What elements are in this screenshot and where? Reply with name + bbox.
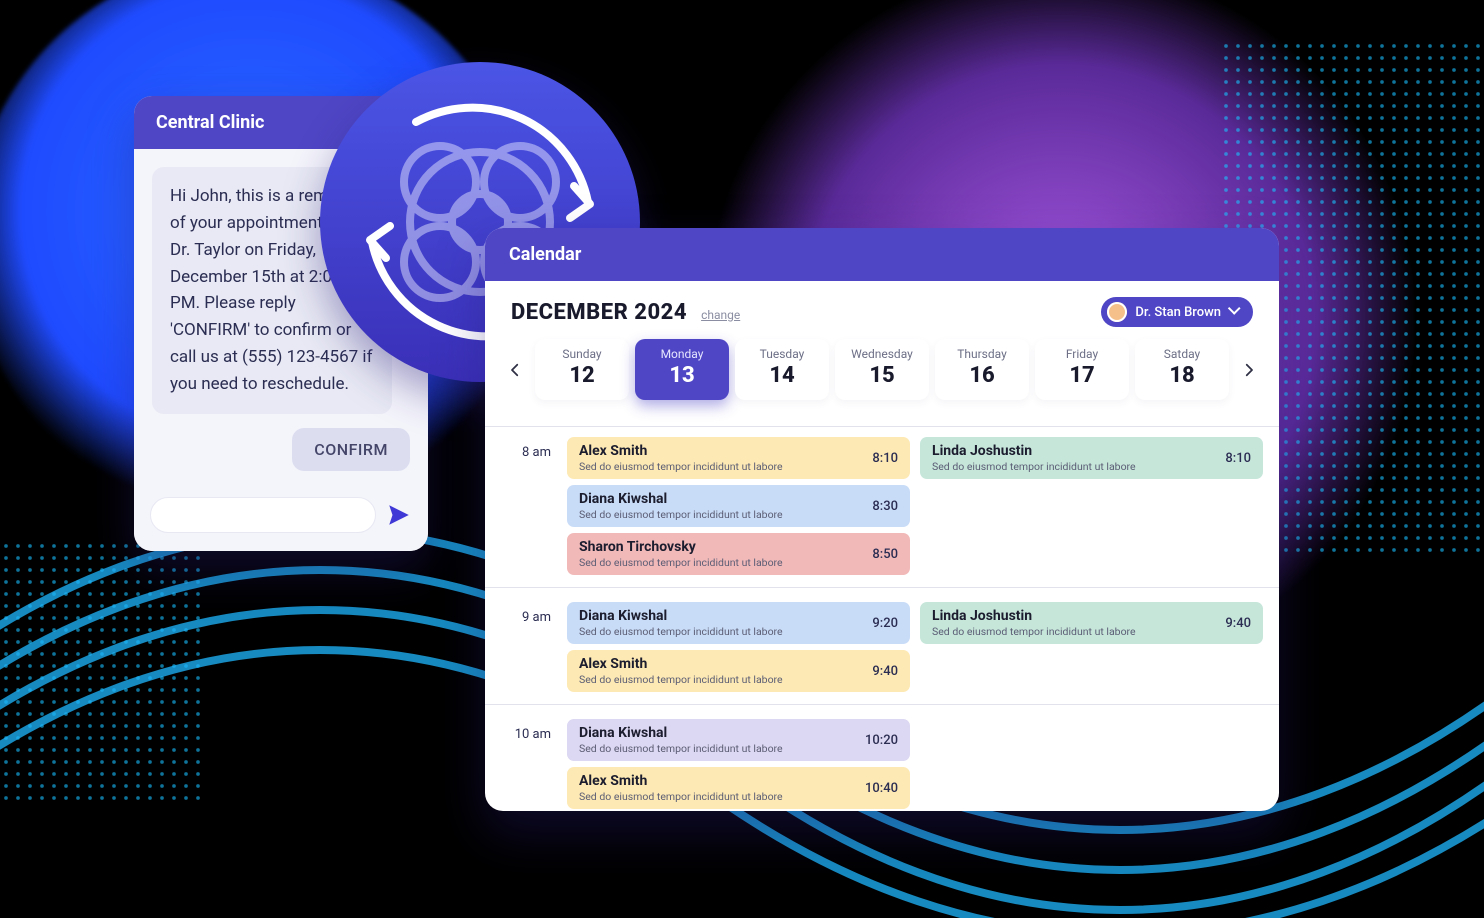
change-link[interactable]: change <box>701 308 740 322</box>
appointment-time: 10:40 <box>865 781 898 796</box>
appointment-time: 9:20 <box>872 616 898 631</box>
schedule-column-left: Diana KiwshalSed do eiusmod tempor incid… <box>567 602 910 692</box>
schedule-column-right <box>920 719 1263 809</box>
day-card[interactable]: Tuesday 14 <box>735 339 829 400</box>
appointment[interactable]: Alex SmithSed do eiusmod tempor incididu… <box>567 650 910 692</box>
day-card[interactable]: Satday 18 <box>1135 339 1229 400</box>
appointment-desc: Sed do eiusmod tempor incididunt ut labo… <box>579 742 783 755</box>
appointment[interactable]: Diana KiwshalSed do eiusmod tempor incid… <box>567 485 910 527</box>
send-button[interactable] <box>386 502 412 528</box>
appointment[interactable]: Sharon TirchovskySed do eiusmod tempor i… <box>567 533 910 575</box>
appointment[interactable]: Diana KiwshalSed do eiusmod tempor incid… <box>567 602 910 644</box>
appointment-name: Diana Kiwshal <box>579 725 783 741</box>
user-name: Dr. Stan Brown <box>1135 305 1221 320</box>
calendar-card: Calendar DECEMBER 2024 change Dr. Stan B… <box>485 228 1279 811</box>
day-dow: Satday <box>1139 347 1225 361</box>
appointment-desc: Sed do eiusmod tempor incididunt ut labo… <box>932 625 1136 638</box>
schedule-column-right: Linda JoshustinSed do eiusmod tempor inc… <box>920 602 1263 692</box>
day-card[interactable]: Monday 13 <box>635 339 729 400</box>
day-card[interactable]: Sunday 12 <box>535 339 629 400</box>
day-dow: Sunday <box>539 347 625 361</box>
day-number: 16 <box>939 363 1025 388</box>
appointment-name: Diana Kiwshal <box>579 608 783 624</box>
chevron-left-icon <box>506 361 524 379</box>
appointment-name: Linda Joshustin <box>932 608 1136 624</box>
appointment-desc: Sed do eiusmod tempor incididunt ut labo… <box>579 556 783 569</box>
next-week-button[interactable] <box>1235 356 1263 384</box>
chat-compose <box>134 485 428 551</box>
day-number: 15 <box>839 363 925 388</box>
day-dow: Thursday <box>939 347 1025 361</box>
schedule-column-right: Linda JoshustinSed do eiusmod tempor inc… <box>920 437 1263 575</box>
day-dow: Monday <box>639 347 725 361</box>
appointment-name: Alex Smith <box>579 656 783 672</box>
day-dow: Wednesday <box>839 347 925 361</box>
appointment-time: 9:40 <box>1225 616 1251 631</box>
day-number: 12 <box>539 363 625 388</box>
appointment-time: 10:20 <box>865 733 898 748</box>
schedule-column-left: Diana KiwshalSed do eiusmod tempor incid… <box>567 719 910 809</box>
time-label: 8 am <box>501 437 557 575</box>
appointment[interactable]: Alex SmithSed do eiusmod tempor incididu… <box>567 437 910 479</box>
appointment-desc: Sed do eiusmod tempor incididunt ut labo… <box>579 625 783 638</box>
appointment[interactable]: Alex SmithSed do eiusmod tempor incididu… <box>567 767 910 809</box>
appointment[interactable]: Linda JoshustinSed do eiusmod tempor inc… <box>920 437 1263 479</box>
day-number: 17 <box>1039 363 1125 388</box>
appointment-time: 8:50 <box>872 547 898 562</box>
appointment-name: Linda Joshustin <box>932 443 1136 459</box>
appointment[interactable]: Linda JoshustinSed do eiusmod tempor inc… <box>920 602 1263 644</box>
appointment-name: Alex Smith <box>579 443 783 459</box>
appointment-desc: Sed do eiusmod tempor incididunt ut labo… <box>579 790 783 803</box>
day-number: 14 <box>739 363 825 388</box>
day-dow: Friday <box>1039 347 1125 361</box>
appointment-desc: Sed do eiusmod tempor incididunt ut labo… <box>579 508 783 521</box>
appointment-name: Sharon Tirchovsky <box>579 539 783 555</box>
calendar-title: Calendar <box>485 228 1279 281</box>
confirm-reply: CONFIRM <box>292 428 410 471</box>
appointment-name: Alex Smith <box>579 773 783 789</box>
appointment-time: 9:40 <box>872 664 898 679</box>
user-select[interactable]: Dr. Stan Brown <box>1101 297 1253 327</box>
time-label: 10 am <box>501 719 557 809</box>
appointment-time: 8:10 <box>1225 451 1251 466</box>
day-number: 13 <box>639 363 725 388</box>
day-card[interactable]: Friday 17 <box>1035 339 1129 400</box>
calendar-month: DECEMBER 2024 <box>511 300 687 325</box>
appointment-time: 8:30 <box>872 499 898 514</box>
appointment-name: Diana Kiwshal <box>579 491 783 507</box>
appointment-desc: Sed do eiusmod tempor incididunt ut labo… <box>579 673 783 686</box>
prev-week-button[interactable] <box>501 356 529 384</box>
day-dow: Tuesday <box>739 347 825 361</box>
message-input[interactable] <box>150 497 376 533</box>
send-icon <box>386 502 412 528</box>
appointment-time: 8:10 <box>872 451 898 466</box>
appointment[interactable]: Diana KiwshalSed do eiusmod tempor incid… <box>567 719 910 761</box>
time-label: 9 am <box>501 602 557 692</box>
day-card[interactable]: Wednesday 15 <box>835 339 929 400</box>
appointment-desc: Sed do eiusmod tempor incididunt ut labo… <box>579 460 783 473</box>
day-card[interactable]: Thursday 16 <box>935 339 1029 400</box>
chevron-right-icon <box>1240 361 1258 379</box>
schedule-column-left: Alex SmithSed do eiusmod tempor incididu… <box>567 437 910 575</box>
chevron-down-icon <box>1229 306 1241 318</box>
avatar <box>1107 302 1127 322</box>
appointment-desc: Sed do eiusmod tempor incididunt ut labo… <box>932 460 1136 473</box>
day-number: 18 <box>1139 363 1225 388</box>
